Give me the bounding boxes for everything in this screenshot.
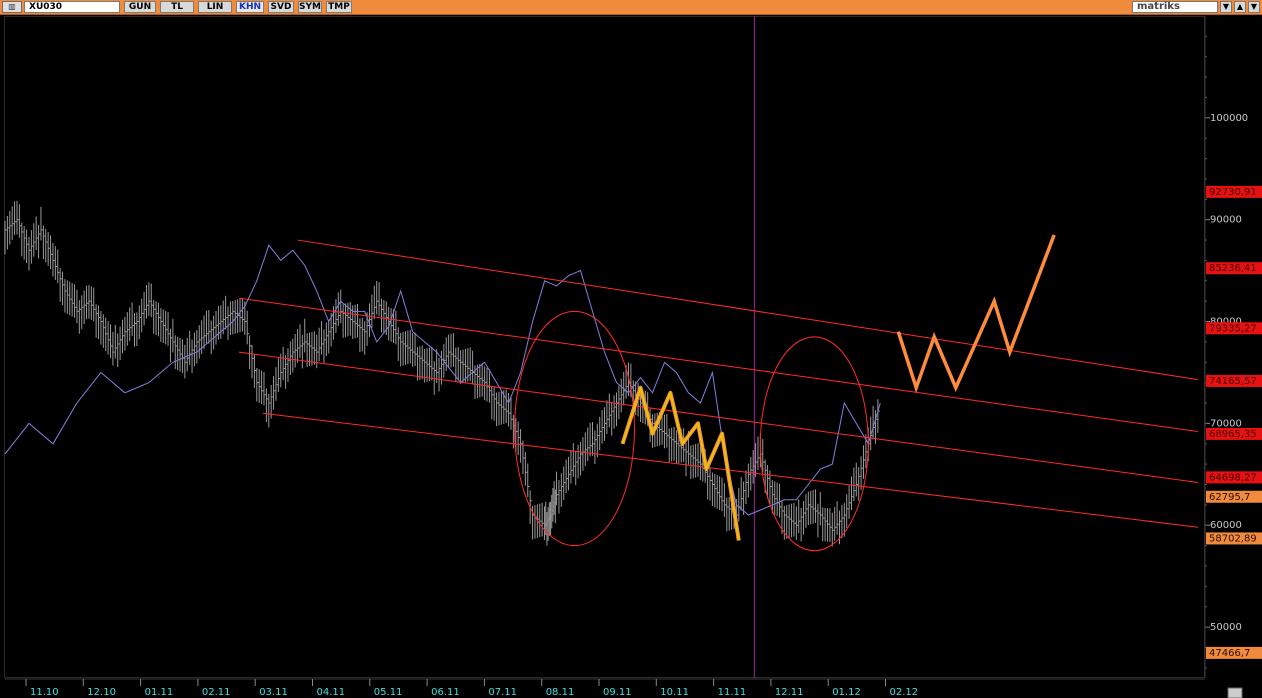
x-tick-label: 04.11 bbox=[317, 687, 346, 698]
x-tick-label: 06.11 bbox=[431, 687, 460, 698]
x-tick-label: 08.11 bbox=[546, 687, 575, 698]
y-tick-label: 70000 bbox=[1210, 418, 1242, 429]
x-tick-label: 10.11 bbox=[660, 687, 689, 698]
highlight-ellipse-2[interactable] bbox=[759, 336, 869, 552]
price-level-label: 68965,35 bbox=[1209, 429, 1257, 440]
price-level-label: 74165,57 bbox=[1209, 376, 1257, 387]
x-tick-label: 12.11 bbox=[775, 687, 804, 698]
channel-line-3[interactable] bbox=[238, 351, 1199, 483]
price-level-label: 58702,89 bbox=[1209, 533, 1257, 544]
price-level-label: 85236,41 bbox=[1209, 263, 1257, 274]
x-tick-label: 05.11 bbox=[374, 687, 403, 698]
x-tick-label: 03.11 bbox=[259, 687, 288, 698]
y-tick-label: 50000 bbox=[1210, 622, 1242, 633]
x-tick-label: 11.10 bbox=[30, 687, 59, 698]
price-chart[interactable]: 500006000070000800009000010000092730,918… bbox=[0, 0, 1262, 698]
x-tick-label: 02.11 bbox=[202, 687, 231, 698]
x-tick-label: 07.11 bbox=[488, 687, 517, 698]
x-tick-label: 12.10 bbox=[87, 687, 116, 698]
x-tick-label: 01.12 bbox=[832, 687, 861, 698]
channel-line-4[interactable] bbox=[262, 412, 1199, 528]
x-tick-label: 01.11 bbox=[145, 687, 174, 698]
price-level-label: 64698,27 bbox=[1209, 472, 1257, 483]
channel-line-1[interactable] bbox=[297, 239, 1199, 381]
y-tick-label: 90000 bbox=[1210, 215, 1242, 226]
price-level-label: 79335,27 bbox=[1209, 323, 1257, 334]
projection-zigzag[interactable] bbox=[896, 234, 1056, 394]
resize-corner-icon[interactable] bbox=[1227, 687, 1243, 698]
price-level-label: 92730,91 bbox=[1209, 187, 1257, 198]
x-tick-label: 09.11 bbox=[603, 687, 632, 698]
x-tick-label: 11.11 bbox=[718, 687, 747, 698]
x-tick-label: 02.12 bbox=[890, 687, 919, 698]
price-level-label: 47466,7 bbox=[1209, 648, 1250, 659]
price-level-label: 62795,7 bbox=[1209, 492, 1250, 503]
y-tick-label: 60000 bbox=[1210, 520, 1242, 531]
y-tick-label: 100000 bbox=[1210, 113, 1248, 124]
